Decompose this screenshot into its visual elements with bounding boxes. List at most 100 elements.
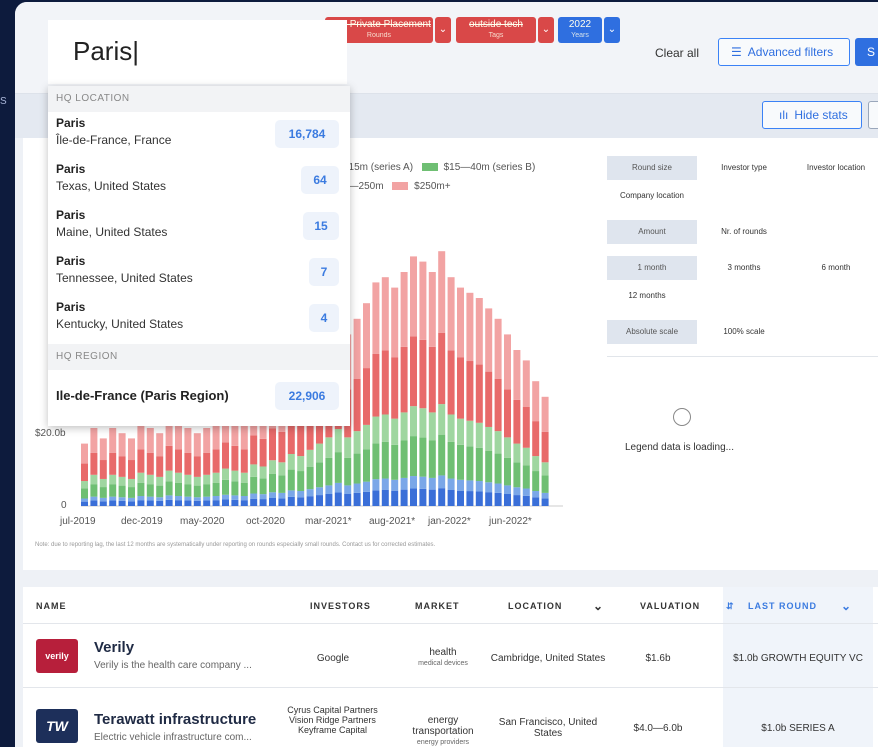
chart-bar-segment	[316, 495, 323, 506]
dropdown-item-region-option[interactable]: Ile-de-France (Paris Region) 22,906	[48, 374, 350, 420]
save-button[interactable]: S	[855, 38, 878, 66]
col-header-last-round[interactable]: LAST ROUND	[748, 601, 817, 611]
control-3-months[interactable]: 3 months	[699, 256, 789, 280]
dropdown-item-region: Kentucky, United States	[56, 317, 184, 331]
filter-chip-sub: Years	[571, 32, 589, 39]
chart-bar-segment	[447, 414, 455, 442]
chart-bar-segment	[193, 485, 201, 498]
chart-bar-segment	[193, 456, 201, 477]
clear-all-link[interactable]: Clear all	[655, 46, 699, 60]
col-header-valuation[interactable]: VALUATION	[640, 601, 700, 611]
location-search-input[interactable]: Paris|	[48, 20, 347, 84]
hide-stats-button[interactable]: ılı Hide stats	[762, 101, 862, 129]
stats-option-button[interactable]	[868, 101, 878, 129]
chart-bar-segment	[485, 426, 493, 451]
chart-bar-segment	[513, 399, 521, 444]
chart-bar-segment	[513, 487, 521, 496]
dropdown-item-location[interactable]: Paris Île-de-France, France 16,784	[48, 112, 350, 158]
divider	[23, 623, 878, 624]
control-nr-rounds[interactable]: Nr. of rounds	[699, 220, 789, 244]
chart-bar-segment	[184, 496, 192, 501]
sort-icon[interactable]: ⇵	[726, 601, 735, 612]
app-frame: PAC Private Placement Rounds ⌄ outside t…	[15, 2, 878, 747]
chart-bar-segment	[410, 406, 417, 437]
control-investor-location[interactable]: Investor location	[791, 156, 878, 180]
chart-bar-segment	[156, 500, 164, 506]
chart-bar-segment	[325, 493, 333, 506]
col-header-market[interactable]: MARKET	[415, 601, 460, 611]
chart-bar-segment	[532, 497, 540, 506]
chart-bar-segment	[146, 452, 154, 475]
chart-bar-segment	[372, 416, 380, 444]
control-investor-type[interactable]: Investor type	[699, 156, 789, 180]
chart-bar-segment	[344, 485, 352, 494]
control-12-months[interactable]: 12 months	[607, 284, 687, 308]
chart-bar-segment	[306, 466, 314, 490]
dropdown-item-location[interactable]: Paris Tennessee, United States 7	[48, 250, 350, 296]
chart-bar-segment	[269, 497, 276, 506]
control-100-scale[interactable]: 100% scale	[699, 320, 789, 344]
chart-bar-segment	[391, 444, 399, 480]
chart-bar-segment	[128, 497, 135, 502]
filter-chip-years[interactable]: 2022 Years	[558, 17, 602, 43]
filter-chip-tags[interactable]: outside tech Tags	[456, 17, 536, 43]
chart-bar-segment	[363, 491, 370, 506]
chart-bar-segment	[269, 473, 276, 493]
chart-bar-segment	[353, 431, 361, 454]
chart-bar-segment	[447, 277, 455, 351]
chart-bar-segment	[475, 422, 483, 448]
chart-bar-segment	[381, 441, 389, 479]
control-amount[interactable]: Amount	[607, 220, 697, 244]
chevron-down-icon[interactable]: ⌄	[841, 599, 852, 613]
chevron-down-icon[interactable]: ⌄	[538, 17, 554, 43]
col-header-name[interactable]: NAME	[36, 601, 67, 611]
chart-bar-segment	[165, 495, 173, 500]
chart-bar-segment	[90, 452, 98, 475]
chart-bar-segment	[184, 452, 192, 475]
chart-bar-segment	[400, 346, 408, 413]
col-header-location[interactable]: LOCATION	[508, 601, 562, 611]
chart-bar-segment	[137, 482, 145, 497]
col-header-investors[interactable]: INVESTORS	[310, 601, 371, 611]
dropdown-item-location[interactable]: Paris Kentucky, United States 4	[48, 296, 350, 342]
company-name[interactable]: Verily	[94, 639, 134, 656]
chart-bar-segment	[175, 482, 182, 497]
chart-bar-segment	[137, 422, 145, 450]
chart-bar-segment	[353, 483, 361, 493]
chart-bar-segment	[250, 464, 258, 477]
chart-bar-segment	[419, 408, 427, 438]
chart-bar-segment	[428, 477, 436, 490]
chart-bar-segment	[212, 472, 220, 483]
chevron-down-icon[interactable]: ⌄	[593, 599, 604, 613]
control-6-month[interactable]: 6 month	[791, 256, 878, 280]
control-company-location[interactable]: Company location	[607, 184, 697, 208]
dropdown-item-count: 4	[309, 304, 339, 332]
chart-bar-segment	[381, 478, 389, 490]
control-1-month[interactable]: 1 month	[607, 256, 697, 280]
chart-bar-segment	[410, 488, 417, 506]
chevron-down-icon[interactable]: ⌄	[435, 17, 451, 43]
chart-bar-segment	[231, 481, 239, 496]
chart-bar-segment	[118, 476, 126, 486]
chart-bar-segment	[90, 496, 98, 501]
dropdown-item-location[interactable]: Paris Maine, United States 15	[48, 204, 350, 250]
chart-bar-segment	[513, 350, 521, 400]
chevron-down-icon[interactable]: ⌄	[604, 17, 620, 43]
chart-bar-segment	[475, 491, 483, 506]
control-round-size[interactable]: Round size	[607, 156, 697, 180]
chart-bar-segment	[212, 449, 220, 473]
dropdown-item-location[interactable]: Paris Texas, United States 64	[48, 158, 350, 204]
chart-bar-segment	[240, 422, 248, 450]
advanced-filters-button[interactable]: ☰ Advanced filters	[718, 38, 850, 66]
chart-bar-segment	[475, 298, 483, 365]
chart-bar-segment	[400, 489, 408, 506]
control-absolute-scale[interactable]: Absolute scale	[607, 320, 697, 344]
chart-bar-segment	[297, 471, 305, 492]
chart-bar-segment	[306, 449, 314, 467]
chart-bar-segment	[222, 468, 229, 480]
x-tick-label: jan-2022*	[428, 516, 471, 527]
investors-cell: Cyrus Capital Partners Vision Ridge Part…	[287, 705, 378, 735]
chart-bar-segment	[146, 496, 154, 501]
company-name[interactable]: Terawatt infrastructure	[94, 711, 256, 728]
chart-bar-segment	[522, 488, 530, 496]
